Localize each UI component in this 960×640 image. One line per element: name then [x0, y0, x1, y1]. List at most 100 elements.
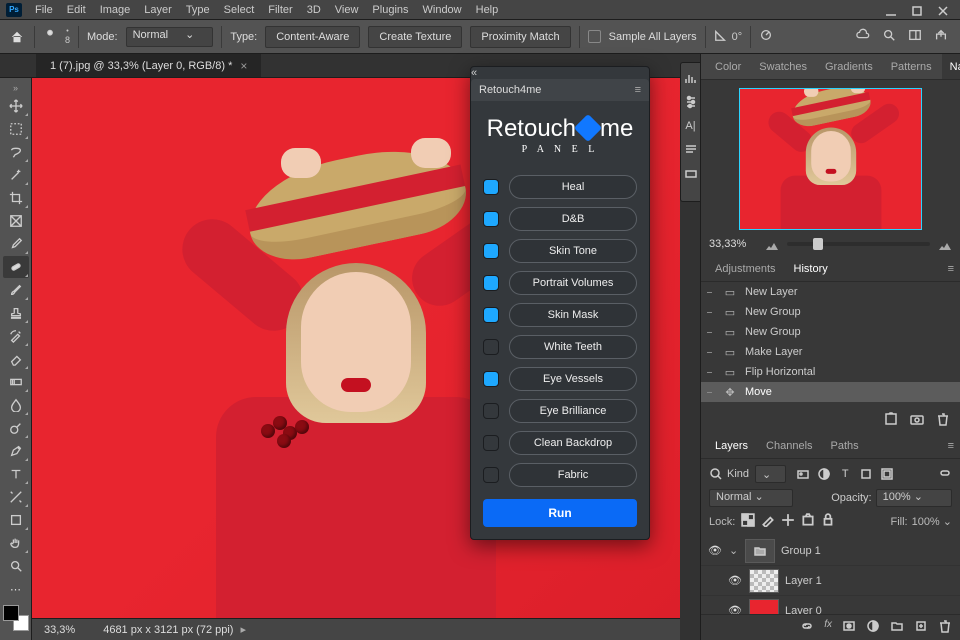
option-checkbox[interactable] — [483, 211, 499, 227]
option-button[interactable]: Heal — [509, 175, 637, 199]
visibility-icon[interactable]: 👁 — [727, 574, 743, 587]
option-button[interactable]: Portrait Volumes — [509, 271, 637, 295]
blur-tool[interactable] — [3, 394, 29, 416]
trash-icon[interactable] — [936, 412, 950, 429]
panel-collapse-icon[interactable]: « — [471, 67, 649, 79]
eyedropper-tool[interactable] — [3, 233, 29, 255]
tab-paths[interactable]: Paths — [823, 433, 867, 458]
share-icon[interactable] — [934, 28, 948, 45]
adjust-icon[interactable] — [684, 95, 698, 109]
path-tool[interactable] — [3, 486, 29, 508]
filter-shape-icon[interactable] — [859, 467, 873, 481]
brush-size[interactable]: 8 — [65, 35, 70, 45]
move-tool[interactable] — [3, 95, 29, 117]
menu-view[interactable]: View — [328, 4, 366, 16]
color-swatches[interactable] — [3, 605, 29, 631]
tab-adjustments[interactable]: Adjustments — [707, 256, 784, 281]
zoom-out-icon[interactable] — [765, 239, 779, 249]
eraser-tool[interactable] — [3, 348, 29, 370]
option-checkbox[interactable] — [483, 467, 499, 483]
zoom-level[interactable]: 33,3% — [44, 624, 75, 636]
dodge-tool[interactable] — [3, 417, 29, 439]
character-icon[interactable]: A| — [684, 119, 698, 133]
angle-value[interactable]: 0° — [732, 31, 743, 43]
trash-icon[interactable] — [938, 619, 952, 636]
menu-plugins[interactable]: Plugins — [365, 4, 415, 16]
lock-all-icon[interactable] — [821, 513, 835, 530]
kind-dropdown[interactable]: ⌄ — [755, 465, 786, 483]
search-icon[interactable] — [882, 28, 896, 45]
tab-channels[interactable]: Channels — [758, 433, 820, 458]
history-item[interactable]: ⎯▭New Group — [701, 322, 960, 342]
stamp-tool[interactable] — [3, 302, 29, 324]
tab-color[interactable]: Color — [707, 54, 749, 79]
option-checkbox[interactable] — [483, 371, 499, 387]
doc-info[interactable]: 4681 px x 3121 px (72 ppi) ▸ — [103, 623, 246, 636]
workspace-icon[interactable] — [908, 28, 922, 45]
visibility-icon[interactable]: 👁 — [707, 544, 723, 557]
minimize-icon[interactable] — [884, 4, 896, 16]
lock-nest-icon[interactable] — [801, 513, 815, 530]
sample-all-checkbox[interactable] — [588, 30, 601, 43]
menu-file[interactable]: File — [28, 4, 60, 16]
brush-preview-icon[interactable] — [43, 28, 57, 45]
fx-icon[interactable]: fx — [824, 619, 832, 636]
option-button[interactable]: Fabric — [509, 463, 637, 487]
layer-row[interactable]: 👁Layer 1 — [701, 566, 960, 596]
brush-tool[interactable] — [3, 279, 29, 301]
history-item[interactable]: ⎯▭New Group — [701, 302, 960, 322]
lasso-tool[interactable] — [3, 141, 29, 163]
run-button[interactable]: Run — [483, 499, 637, 527]
healing-tool[interactable] — [3, 256, 29, 278]
history-item[interactable]: ⎯▭New Layer — [701, 282, 960, 302]
menu-window[interactable]: Window — [416, 4, 469, 16]
menu-image[interactable]: Image — [93, 4, 138, 16]
type-tool[interactable] — [3, 463, 29, 485]
angle-icon[interactable] — [714, 28, 728, 45]
panel-menu-icon[interactable]: ≡ — [635, 84, 641, 96]
filter-adjust-icon[interactable] — [817, 467, 831, 481]
menu-help[interactable]: Help — [469, 4, 506, 16]
adjustment-icon[interactable] — [866, 619, 880, 636]
filter-toggle[interactable] — [938, 466, 952, 483]
layer-filter[interactable]: Kind — [709, 467, 749, 481]
proximity-match-button[interactable]: Proximity Match — [470, 26, 570, 48]
shape-tool[interactable] — [3, 509, 29, 531]
tab-swatches[interactable]: Swatches — [751, 54, 815, 79]
visibility-icon[interactable]: 👁 — [727, 604, 743, 614]
option-button[interactable]: Clean Backdrop — [509, 431, 637, 455]
blend-mode-dropdown[interactable]: Normal ⌄ — [709, 489, 793, 507]
new-layer-icon[interactable] — [914, 619, 928, 636]
layer-row[interactable]: 👁Layer 0 — [701, 596, 960, 614]
new-snapshot-icon[interactable] — [884, 412, 898, 429]
history-item[interactable]: ⎯✥Move — [701, 382, 960, 402]
menu-filter[interactable]: Filter — [261, 4, 299, 16]
cloud-icon[interactable] — [856, 28, 870, 45]
navigator-zoom[interactable]: 33,33% — [709, 238, 757, 250]
toolbar-expand[interactable]: » — [0, 82, 31, 94]
hand-tool[interactable] — [3, 532, 29, 554]
zoom-in-icon[interactable] — [938, 239, 952, 249]
marquee-tool[interactable] — [3, 118, 29, 140]
gradient-tool[interactable] — [3, 371, 29, 393]
panel-menu-icon[interactable]: ≡ — [942, 263, 960, 275]
option-button[interactable]: White Teeth — [509, 335, 637, 359]
opacity-input[interactable]: 100% ⌄ — [876, 489, 952, 507]
menu-layer[interactable]: Layer — [137, 4, 179, 16]
crop-tool[interactable] — [3, 187, 29, 209]
option-checkbox[interactable] — [483, 307, 499, 323]
option-checkbox[interactable] — [483, 243, 499, 259]
tab-layers[interactable]: Layers — [707, 433, 756, 458]
history-item[interactable]: ⎯▭Make Layer — [701, 342, 960, 362]
close-tab-icon[interactable]: × — [240, 59, 247, 73]
panel-menu-icon[interactable]: ≡ — [942, 440, 960, 452]
wand-tool[interactable] — [3, 164, 29, 186]
pen-tool[interactable] — [3, 440, 29, 462]
fill-input[interactable]: 100% ⌄ — [912, 515, 952, 528]
option-checkbox[interactable] — [483, 403, 499, 419]
history-brush-tool[interactable] — [3, 325, 29, 347]
edit-toolbar[interactable]: ⋯ — [3, 578, 29, 600]
lock-paint-icon[interactable] — [761, 513, 775, 530]
option-checkbox[interactable] — [483, 339, 499, 355]
home-icon[interactable] — [8, 28, 26, 46]
